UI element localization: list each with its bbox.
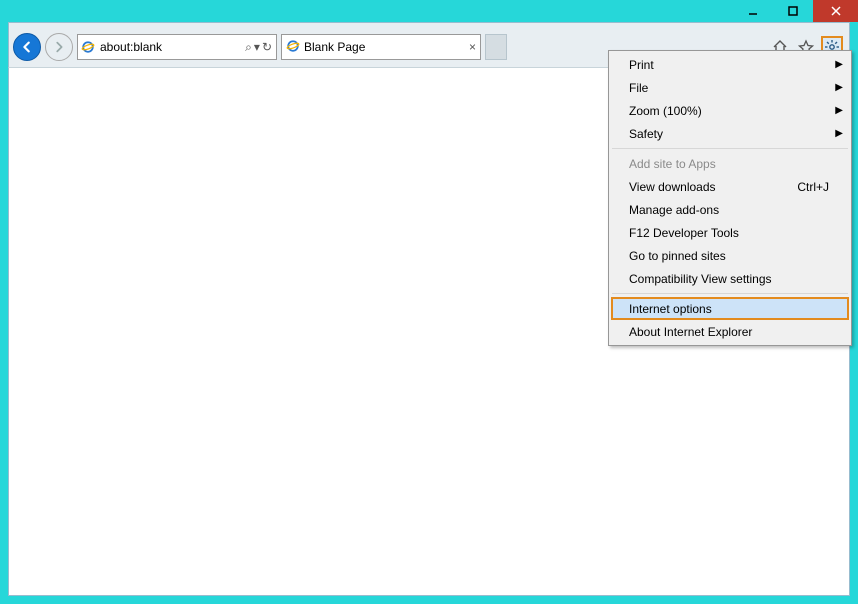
submenu-arrow-icon: ▶ <box>835 128 843 139</box>
menu-zoom[interactable]: Zoom (100%)▶ <box>611 99 849 122</box>
shortcut-label: Ctrl+J <box>777 180 829 194</box>
tools-menu: Print▶ File▶ Zoom (100%)▶ Safety▶ Add si… <box>608 50 852 346</box>
menu-pinned[interactable]: Go to pinned sites <box>611 244 849 267</box>
submenu-arrow-icon: ▶ <box>835 105 843 116</box>
forward-button[interactable] <box>45 33 73 61</box>
menu-safety[interactable]: Safety▶ <box>611 122 849 145</box>
ie-icon <box>78 40 98 54</box>
menu-add-site: Add site to Apps <box>611 152 849 175</box>
new-tab-button[interactable] <box>485 34 507 60</box>
menu-about[interactable]: About Internet Explorer <box>611 320 849 343</box>
menu-downloads[interactable]: View downloadsCtrl+J <box>611 175 849 198</box>
window-titlebar <box>733 0 858 22</box>
submenu-arrow-icon: ▶ <box>835 59 843 70</box>
dropdown-icon[interactable]: ▾ <box>254 40 260 54</box>
menu-addons[interactable]: Manage add-ons <box>611 198 849 221</box>
menu-internet-options[interactable]: Internet options <box>611 297 849 320</box>
address-bar[interactable]: ⌕ ▾ ↻ <box>77 34 277 60</box>
address-actions: ⌕ ▾ ↻ <box>241 40 276 55</box>
menu-separator <box>612 293 848 294</box>
menu-compat[interactable]: Compatibility View settings <box>611 267 849 290</box>
menu-separator <box>612 148 848 149</box>
tab-close-icon[interactable]: × <box>469 40 476 54</box>
maximize-button[interactable] <box>773 0 813 22</box>
menu-file[interactable]: File▶ <box>611 76 849 99</box>
window-frame: ⌕ ▾ ↻ Blank Page × Print▶ <box>0 0 858 604</box>
submenu-arrow-icon: ▶ <box>835 82 843 93</box>
search-icon[interactable]: ⌕ <box>245 40 252 55</box>
minimize-button[interactable] <box>733 0 773 22</box>
menu-f12[interactable]: F12 Developer Tools <box>611 221 849 244</box>
refresh-icon[interactable]: ↻ <box>262 40 272 54</box>
ie-icon <box>286 39 300 56</box>
browser-tab[interactable]: Blank Page × <box>281 34 481 60</box>
menu-print[interactable]: Print▶ <box>611 53 849 76</box>
tab-title: Blank Page <box>304 40 365 54</box>
url-input[interactable] <box>98 40 241 54</box>
close-button[interactable] <box>813 0 858 22</box>
back-button[interactable] <box>13 33 41 61</box>
